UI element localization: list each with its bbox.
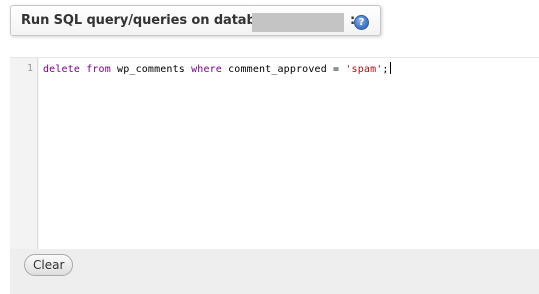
sql-string-value: 'spam' (345, 64, 383, 75)
text-cursor (389, 62, 391, 74)
sql-keyword-where: where (191, 64, 222, 75)
sql-query-panel: Run SQL query/queries on database : ? 1 … (0, 0, 539, 294)
help-icon[interactable]: ? (354, 15, 369, 30)
redacted-database-name (252, 13, 344, 32)
sql-code-area[interactable]: delete from wp_comments where comment_ap… (39, 58, 539, 250)
clear-button[interactable]: Clear (24, 254, 74, 276)
query-panel-header: Run SQL query/queries on database : ? (10, 5, 381, 36)
editor-action-bar: Clear (10, 249, 539, 294)
sql-editor[interactable]: 1 delete from wp_comments where comment_… (10, 57, 539, 250)
query-panel-title: Run SQL query/queries on database (21, 13, 281, 28)
line-number-gutter: 1 (10, 58, 38, 250)
sql-keyword-from: from (86, 64, 111, 75)
sql-terminator: ; (382, 64, 389, 75)
sql-keyword-delete: delete (43, 64, 81, 75)
line-number: 1 (26, 63, 33, 74)
code-line: delete from wp_comments where comment_ap… (43, 62, 391, 75)
sql-table-name: wp_comments (110, 64, 192, 75)
sql-condition: comment_approved = (221, 64, 346, 75)
